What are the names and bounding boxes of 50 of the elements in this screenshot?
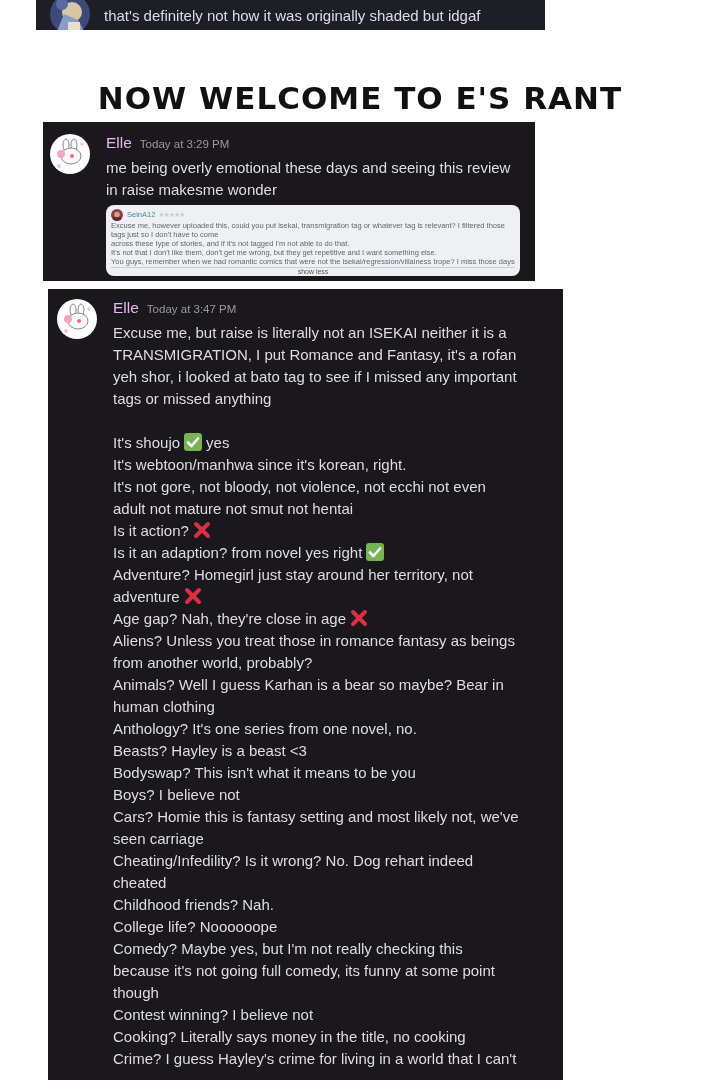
message-text: Adventure? Homegirl just stay around her territory, not xyxy=(113,565,473,583)
check-icon xyxy=(183,432,204,452)
message-text: tags or missed anything xyxy=(113,389,272,407)
message-text: Bodyswap? This isn't what it means to be you xyxy=(113,763,416,781)
message-text: TRANSMIGRATION, I put Romance and Fantasy, it's a rofan xyxy=(113,345,517,363)
message-text: Boys? I believe not xyxy=(113,785,240,803)
bunny-avatar-icon xyxy=(50,134,90,174)
message-text: Contest winning? I believe not xyxy=(113,1005,314,1023)
cross-icon xyxy=(349,608,370,628)
message-text: Childhood friends? Nah. xyxy=(113,895,274,913)
timestamp: Today at 3:47 PM xyxy=(146,303,237,315)
message-text: Cheating/Infedility? Is it wrong? No. Dog rehart indeed xyxy=(113,851,474,869)
message-text: cheated xyxy=(113,873,167,891)
message-text: Animals? Well I guess Karhan is a bear so maybe? Bear in xyxy=(113,675,504,693)
message-text: from another world, probably? xyxy=(113,653,313,671)
message-text: adventure xyxy=(113,587,180,605)
timestamp: Today at 3:29 PM xyxy=(139,138,230,150)
message-text: Cooking? Literally says money in the title, no cooking xyxy=(113,1027,466,1045)
message-text: in raise makesme wonder xyxy=(106,180,277,198)
message-text: seen carriage xyxy=(113,829,204,847)
stars-icon xyxy=(159,212,186,217)
message-text: Anthology? It's one series from one novel, no. xyxy=(113,719,417,737)
message-text: Comedy? Maybe yes, but I'm not really checking this xyxy=(113,939,463,957)
message-text: Age gap? Nah, they're close in age xyxy=(113,609,347,627)
author-name[interactable]: Elle xyxy=(113,299,139,317)
cross-icon xyxy=(182,586,203,606)
message-text: Is it an adaption? from novel yes right xyxy=(113,543,363,561)
message-text: Beasts? Hayley is a beast <3 xyxy=(113,741,307,759)
message-text: though xyxy=(113,983,159,1001)
message-text: Aliens? Unless you treat those in romance fantasy as beings xyxy=(113,631,515,649)
message-text: It's shoujo xyxy=(113,433,181,451)
message-text: Excuse me, but raise is literally not an ISEKAI neither it is a xyxy=(113,323,507,341)
message-text: me being overly emotional these days and seeing this review xyxy=(106,158,511,176)
message-text: yeh shor, i looked at bato tag to see if I missed any important xyxy=(113,367,517,385)
message-text: that's definitely not how it was originally shaded but idgaf xyxy=(104,7,481,26)
message-text: It's not gore, not bloody, not violence, not ecchi not even xyxy=(113,477,486,495)
message-text: human clothing xyxy=(113,697,215,715)
check-icon xyxy=(365,542,386,562)
message-text: Is it action? xyxy=(113,521,189,539)
message-text: because it's not going full comedy, its funny at some point xyxy=(113,961,495,979)
bunny-avatar-icon xyxy=(57,299,97,339)
message-text: yes xyxy=(206,433,230,451)
heading: NOW WELCOME TO E'S RANT xyxy=(96,79,624,118)
message-text: College life? Noooooope xyxy=(113,917,278,935)
message-text: Cars? Homie this is fantasy setting and most likely not, we've xyxy=(113,807,519,825)
author-name[interactable]: Elle xyxy=(106,134,132,152)
cross-icon xyxy=(191,520,212,540)
message-text: adult not mature not smut not hentai xyxy=(113,499,354,517)
message-text: It's webtoon/manhwa since it's korean, right. xyxy=(113,455,407,473)
message-text: Crime? I guess Hayley's crime for living in a world that I can't xyxy=(113,1049,517,1067)
